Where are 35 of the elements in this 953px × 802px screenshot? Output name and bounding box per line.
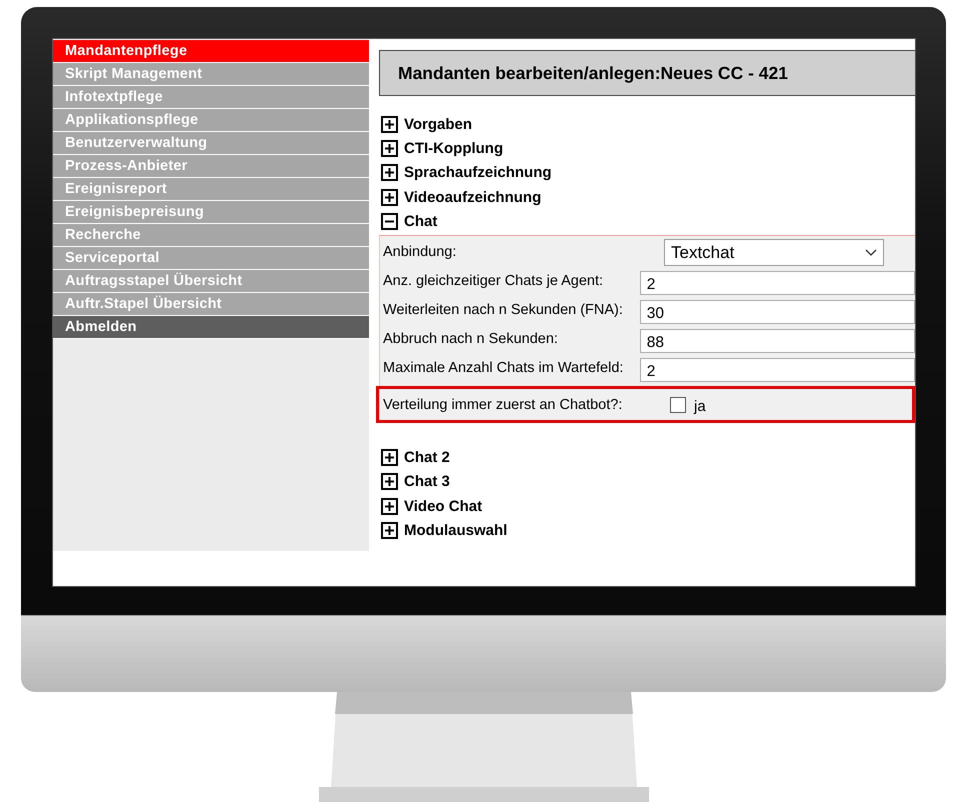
input-field[interactable]: 88 (640, 329, 915, 354)
checkbox-label: ja (694, 397, 706, 416)
section-title[interactable]: Videoaufzeichnung (404, 188, 542, 206)
chevron-down-icon (865, 248, 877, 257)
section-title[interactable]: Modulauswahl (404, 522, 508, 540)
field-label: Anbindung: (383, 243, 458, 260)
expand-icon[interactable] (381, 498, 398, 515)
logout-link[interactable]: Abmelden (53, 316, 369, 338)
expand-icon[interactable] (381, 188, 398, 206)
page-title: Mandanten bearbeiten/anlegen:Neues CC - 421 (379, 50, 915, 96)
input-field[interactable]: 30 (640, 300, 915, 324)
expand-icon[interactable] (381, 116, 398, 133)
input-field[interactable]: 2 (640, 271, 915, 296)
section-title[interactable]: Sprachaufzeichnung (404, 164, 552, 182)
section-title[interactable]: Vorgaben (404, 116, 472, 133)
collapse-icon[interactable] (381, 212, 398, 230)
checkbox[interactable] (670, 396, 686, 413)
expand-icon[interactable] (381, 140, 398, 157)
expand-icon[interactable] (381, 473, 398, 490)
sidebar-item[interactable]: Mandantenpflege (53, 40, 369, 62)
section-title[interactable]: CTI-Kopplung (404, 140, 504, 157)
field-label: Anz. gleichzeitiger Chats je Agent: (383, 272, 604, 290)
expand-icon[interactable] (381, 164, 398, 182)
field-label: Verteilung immer zuerst an Chatbot?: (383, 396, 624, 416)
expand-icon[interactable] (381, 522, 398, 540)
section-title[interactable]: Video Chat (404, 498, 482, 515)
section-title[interactable]: Chat 3 (404, 473, 450, 490)
expand-icon[interactable] (381, 449, 398, 466)
field-label: Abbruch nach n Sekunden: (383, 330, 559, 348)
input-field[interactable]: 2 (640, 358, 915, 382)
dropdown[interactable]: Textchat (664, 239, 884, 266)
section-title[interactable]: Chat 2 (404, 449, 450, 466)
field-label: Maximale Anzahl Chats im Wartefeld: (383, 359, 624, 376)
section-title[interactable]: Chat (404, 212, 438, 230)
field-label: Weiterleiten nach n Sekunden (FNA): (383, 301, 624, 318)
